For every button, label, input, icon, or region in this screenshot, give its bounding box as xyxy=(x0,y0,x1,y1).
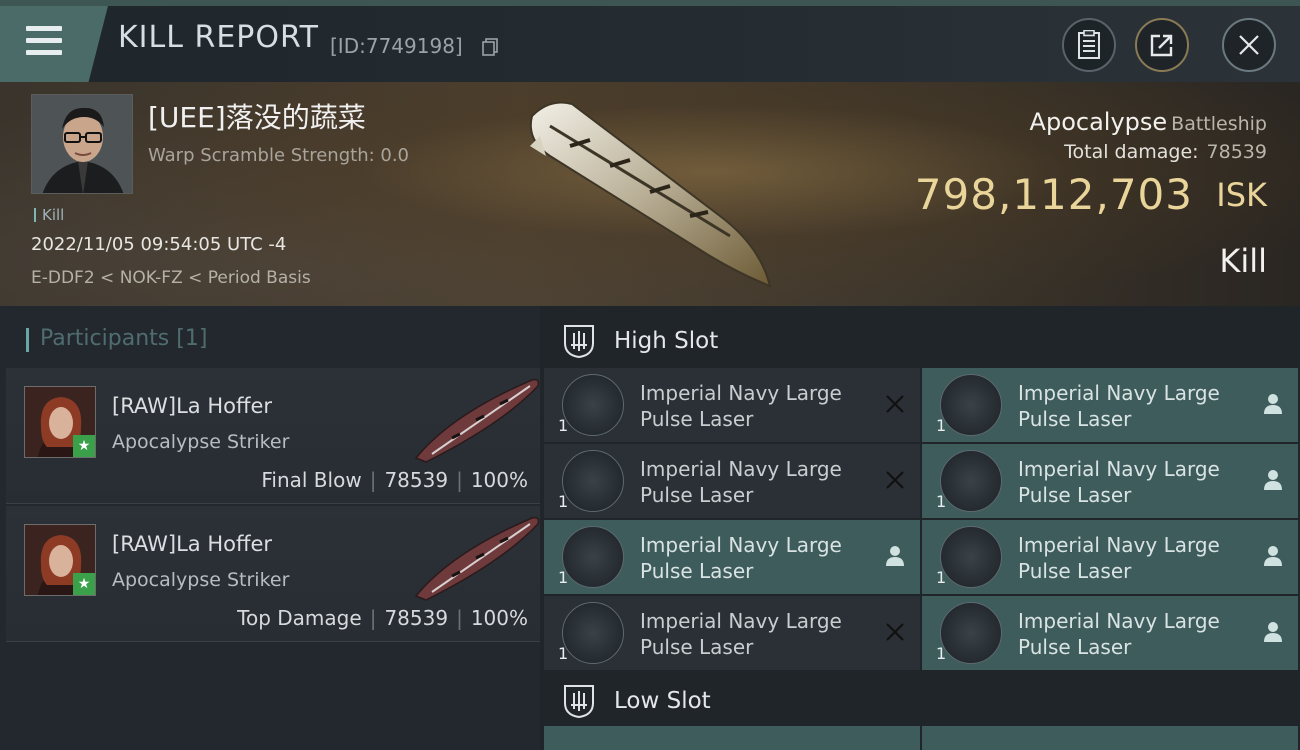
module-name: Imperial Navy Large Pulse Laser xyxy=(640,457,842,507)
menu-button[interactable] xyxy=(0,6,108,82)
module-name: Imperial Navy Large Pulse Laser xyxy=(640,533,842,583)
module-slot[interactable]: 1 Imperial Navy Large Pulse Laser xyxy=(922,596,1298,670)
person-icon xyxy=(1264,470,1282,490)
module-slot[interactable]: 1 Imperial Navy Large Pulse Laser xyxy=(544,444,920,518)
clipboard-icon xyxy=(1078,30,1100,59)
participant-role: Top Damage xyxy=(237,606,362,630)
low-slot-header: Low Slot xyxy=(540,670,1300,732)
participant-card[interactable]: ★ [RAW]La Hoffer Apocalypse Striker Top … xyxy=(6,506,540,642)
kill-id: [ID:7749198] xyxy=(330,34,463,58)
isk-unit: ISK xyxy=(1216,176,1267,214)
ship-name: Apocalypse Battleship xyxy=(1029,108,1267,136)
fitting-panel: High Slot 1 Imperial Navy Large Pulse Las… xyxy=(540,306,1300,750)
module-slot[interactable]: 1 Imperial Navy Large Pulse Laser xyxy=(922,444,1298,518)
victim-portrait[interactable] xyxy=(31,94,133,194)
participant-avatar: ★ xyxy=(24,524,96,596)
total-damage: Total damage: 78539 xyxy=(1064,141,1267,163)
pulse-laser-icon xyxy=(562,374,624,436)
victim-banner: [UEE]落没的蔬菜 Warp Scramble Strength: 0.0 K… xyxy=(0,82,1300,306)
participant-role: Final Blow xyxy=(261,468,362,492)
share-button[interactable] xyxy=(1135,18,1189,72)
module-quantity: 1 xyxy=(558,492,569,511)
victim-name: [UEE]落没的蔬菜 xyxy=(148,101,366,134)
module-name: Imperial Navy Large Pulse Laser xyxy=(640,381,842,431)
module-quantity: 1 xyxy=(558,568,569,587)
participant-avatar: ★ xyxy=(24,386,96,458)
participant-card[interactable]: ★ [RAW]La Hoffer Apocalypse Striker Fina… xyxy=(6,368,540,504)
total-damage-value: 78539 xyxy=(1206,141,1267,163)
copy-icon[interactable] xyxy=(482,38,498,56)
kill-type-tag: Kill xyxy=(34,206,64,224)
participant-percent: 100% xyxy=(470,606,528,630)
module-slot[interactable]: 1 Imperial Navy Large Pulse Laser xyxy=(544,520,920,594)
module-quantity: 1 xyxy=(936,492,947,511)
module-quantity: 1 xyxy=(558,416,569,435)
participants-count: [1] xyxy=(176,326,208,351)
page-title: KILL REPORT xyxy=(118,20,319,55)
pulse-laser-icon xyxy=(940,526,1002,588)
star-badge-icon: ★ xyxy=(73,573,95,595)
ship-class: Battleship xyxy=(1171,113,1267,135)
module-slot[interactable]: 1 Imperial Navy Large Pulse Laser xyxy=(544,596,920,670)
module-quantity: 1 xyxy=(936,644,947,663)
kill-datetime: 2022/11/05 09:54:05 UTC -4 xyxy=(31,234,287,255)
participant-stats: Final Blow | 78539 | 100% xyxy=(261,468,528,492)
module-slot[interactable]: 1 Imperial Navy Large Pulse Laser xyxy=(922,368,1298,442)
victim-ship-image xyxy=(529,101,772,288)
participants-panel: Participants [1] ★ [RAW]La Hoffer Apocal… xyxy=(0,306,540,750)
participant-name: [RAW]La Hoffer xyxy=(112,394,273,418)
clipboard-button[interactable] xyxy=(1062,18,1116,72)
x-icon xyxy=(886,623,904,641)
module-quantity: 1 xyxy=(558,644,569,663)
participant-ship: Apocalypse Striker xyxy=(112,569,290,591)
slot-shield-icon xyxy=(564,685,594,719)
pulse-laser-icon xyxy=(940,374,1002,436)
person-icon xyxy=(1264,546,1282,566)
module-quantity: 1 xyxy=(936,416,947,435)
high-slot-header: High Slot xyxy=(540,310,1300,372)
share-icon xyxy=(1150,34,1173,57)
person-icon xyxy=(886,546,904,566)
isk-value: 798,112,703 xyxy=(914,170,1193,219)
x-icon xyxy=(886,471,904,489)
participant-ship-image xyxy=(414,378,540,463)
pulse-laser-icon xyxy=(562,602,624,664)
low-slot-module-partial[interactable] xyxy=(922,726,1298,750)
participant-damage: 78539 xyxy=(384,468,449,492)
pulse-laser-icon xyxy=(562,526,624,588)
module-name: Imperial Navy Large Pulse Laser xyxy=(1018,609,1220,659)
person-icon xyxy=(1264,394,1282,414)
hamburger-icon xyxy=(26,26,62,62)
module-name: Imperial Navy Large Pulse Laser xyxy=(1018,533,1220,583)
participant-ship-image xyxy=(414,516,540,601)
participants-header: Participants [1] xyxy=(26,326,208,352)
header-bar: KILL REPORT [ID:7749198] xyxy=(0,0,1300,82)
participant-damage: 78539 xyxy=(384,606,449,630)
module-name: Imperial Navy Large Pulse Laser xyxy=(1018,381,1220,431)
person-icon xyxy=(1264,622,1282,642)
module-name: Imperial Navy Large Pulse Laser xyxy=(1018,457,1220,507)
slot-shield-icon xyxy=(564,325,594,359)
participant-ship: Apocalypse Striker xyxy=(112,431,290,453)
pulse-laser-icon xyxy=(940,602,1002,664)
close-icon xyxy=(1239,35,1259,55)
participant-stats: Top Damage | 78539 | 100% xyxy=(237,606,528,630)
module-name: Imperial Navy Large Pulse Laser xyxy=(640,609,842,659)
module-slot[interactable]: 1 Imperial Navy Large Pulse Laser xyxy=(544,368,920,442)
pulse-laser-icon xyxy=(940,450,1002,512)
warp-scramble-strength: Warp Scramble Strength: 0.0 xyxy=(148,145,410,166)
star-badge-icon: ★ xyxy=(73,435,95,457)
module-quantity: 1 xyxy=(936,568,947,587)
kill-location: E-DDF2 < NOK-FZ < Period Basis xyxy=(31,268,311,288)
low-slot-module-partial[interactable] xyxy=(544,726,920,750)
participant-percent: 100% xyxy=(470,468,528,492)
close-button[interactable] xyxy=(1222,18,1276,72)
participant-name: [RAW]La Hoffer xyxy=(112,532,273,556)
x-icon xyxy=(886,395,904,413)
module-slot[interactable]: 1 Imperial Navy Large Pulse Laser xyxy=(922,520,1298,594)
pulse-laser-icon xyxy=(562,450,624,512)
kill-result: Kill xyxy=(1219,242,1267,280)
